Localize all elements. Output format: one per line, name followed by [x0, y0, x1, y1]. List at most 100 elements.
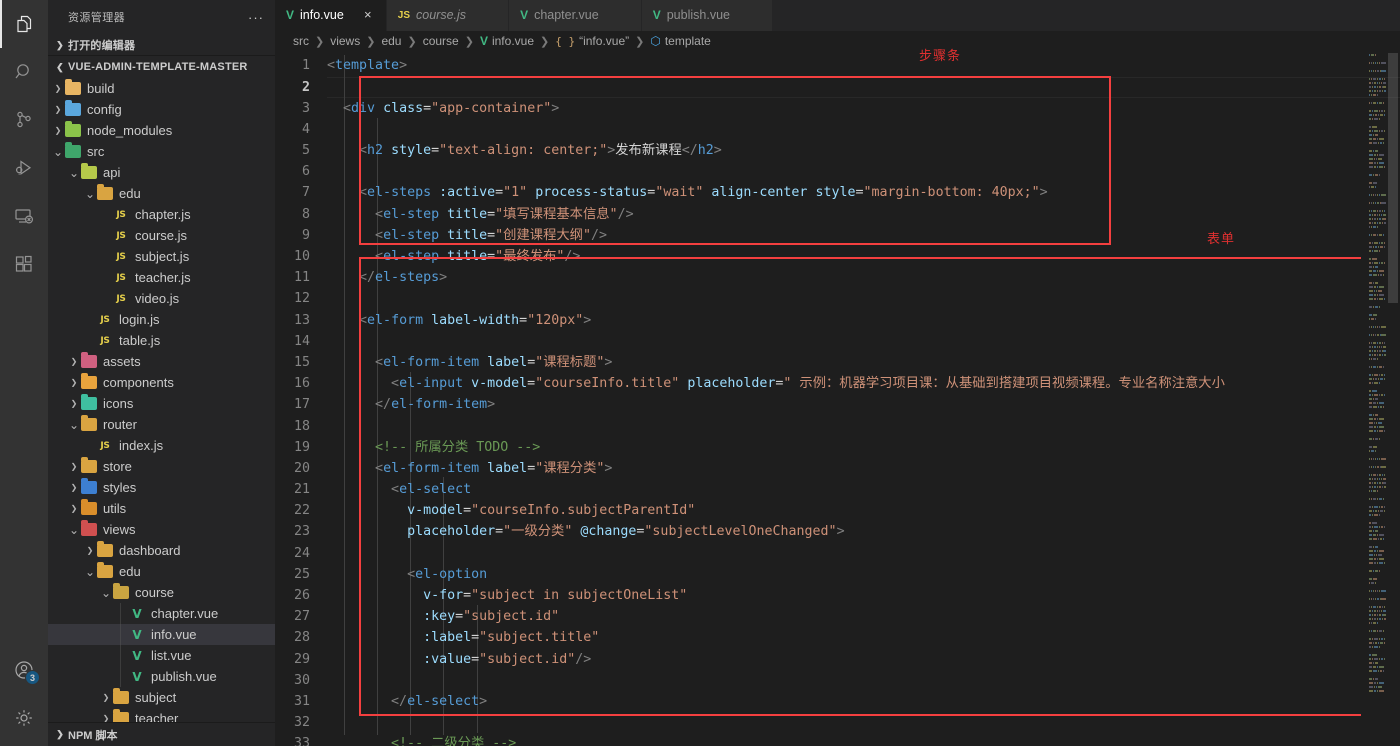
code-line[interactable]: :value="subject.id"/> [327, 649, 1400, 670]
code-line[interactable] [327, 416, 1400, 437]
code-line[interactable]: placeholder="一级分类" @change="subjectLevel… [327, 521, 1400, 542]
tree-item-publish-vue[interactable]: Vpublish.vue [48, 666, 275, 687]
tree-item-components[interactable]: ❯ components [48, 372, 275, 393]
run-and-debug-icon[interactable] [0, 144, 48, 192]
code-line[interactable]: <el-input v-model="courseInfo.title" pla… [327, 373, 1400, 394]
tree-item-dashboard[interactable]: ❯ dashboard [48, 540, 275, 561]
settings-gear-icon[interactable] [0, 694, 48, 742]
extensions-icon[interactable] [0, 240, 48, 288]
tree-item-utils[interactable]: ❯ utils [48, 498, 275, 519]
code-line[interactable]: <div class="app-container"> [327, 98, 1400, 119]
sidebar-item-open-editors[interactable]: ❯ 打开的编辑器 [48, 35, 275, 57]
code-line[interactable]: <template> [327, 55, 1400, 76]
code-line[interactable]: :label="subject.title" [327, 627, 1400, 648]
tree-item-node_modules[interactable]: ❯ node_modules [48, 120, 275, 141]
tree-item-chapter-js[interactable]: JS chapter.js [48, 204, 275, 225]
tree-item-teacher[interactable]: ❯ teacher [48, 708, 275, 723]
minimap-segment [1369, 645, 1371, 648]
code-line[interactable]: :key="subject.id" [327, 606, 1400, 627]
source-control-icon[interactable] [0, 96, 48, 144]
tree-item-build[interactable]: ❯ build [48, 78, 275, 99]
editor-tab-info-vue[interactable]: Vinfo.vue × [275, 0, 387, 31]
tree-item-store[interactable]: ❯ store [48, 456, 275, 477]
code-line[interactable]: <el-steps :active="1" process-status="wa… [327, 182, 1400, 203]
explorer-icon[interactable] [0, 0, 48, 48]
code-line[interactable] [327, 712, 1400, 733]
code-line[interactable]: <el-select [327, 479, 1400, 500]
code-line[interactable]: <el-step title="最终发布"/> [327, 246, 1400, 267]
code-line[interactable]: <el-form label-width="120px"> [327, 310, 1400, 331]
code-line[interactable]: <el-form-item label="课程分类"> [327, 458, 1400, 479]
tree-item-login-js[interactable]: JS login.js [48, 309, 275, 330]
tree-item-views[interactable]: ⌄ views [48, 519, 275, 540]
code-line[interactable] [327, 670, 1400, 691]
code-line[interactable]: <!-- 二级分类 --> [327, 733, 1400, 746]
remote-explorer-icon[interactable] [0, 192, 48, 240]
code-line[interactable]: </el-steps> [327, 267, 1400, 288]
tree-item-course-js[interactable]: JS course.js [48, 225, 275, 246]
tree-item-edu[interactable]: ⌄ edu [48, 183, 275, 204]
code-token: < [375, 227, 384, 243]
tree-item-router[interactable]: ⌄ router [48, 414, 275, 435]
code-line[interactable] [327, 119, 1400, 140]
tree-item-course[interactable]: ⌄ course [48, 582, 275, 603]
close-icon[interactable]: × [360, 7, 376, 23]
code-line[interactable]: </el-select> [327, 691, 1400, 712]
sidebar-item-npm-scripts[interactable]: ❯ NPM 脚本 [48, 722, 275, 746]
code-line[interactable] [327, 161, 1400, 182]
code-line[interactable]: v-for="subject in subjectOneList" [327, 585, 1400, 606]
tree-item-teacher-js[interactable]: JS teacher.js [48, 267, 275, 288]
code-line[interactable] [327, 543, 1400, 564]
code-line[interactable]: <el-step title="创建课程大纲"/> [327, 225, 1400, 246]
tree-item-chapter-vue[interactable]: Vchapter.vue [48, 603, 275, 624]
code-token: /> [590, 227, 607, 243]
code-line[interactable]: <h2 style="text-align: center;">发布新课程</h… [327, 140, 1400, 161]
breadcrumb-item[interactable]: course [423, 34, 459, 48]
scrollbar-thumb[interactable] [1388, 53, 1398, 303]
breadcrumb-item[interactable]: { } “info.vue” [555, 34, 629, 48]
tree-item-subject-js[interactable]: JS subject.js [48, 246, 275, 267]
tree-item-config[interactable]: ❯ config [48, 99, 275, 120]
code-line[interactable]: <el-option [327, 564, 1400, 585]
minimap-segment [1381, 617, 1383, 620]
tree-item-info-vue[interactable]: Vinfo.vue [48, 624, 275, 646]
breadcrumb-item[interactable]: Vinfo.vue [480, 34, 534, 48]
editor-tab-chapter-vue[interactable]: Vchapter.vue [509, 0, 642, 31]
code-line[interactable] [327, 331, 1400, 352]
minimap-segment [1374, 261, 1378, 264]
code-content[interactable]: <template> <div class="app-container"> <… [327, 52, 1400, 746]
code-line[interactable]: </el-form-item> [327, 394, 1400, 415]
minimap-segment [1372, 637, 1373, 640]
accounts-icon[interactable]: 3 [0, 646, 48, 694]
tree-item-list-vue[interactable]: Vlist.vue [48, 645, 275, 666]
tree-item-subject[interactable]: ❯ subject [48, 687, 275, 708]
breadcrumb-item[interactable]: views [330, 34, 360, 48]
tree-item-table-js[interactable]: JS table.js [48, 330, 275, 351]
tree-item-assets[interactable]: ❯ assets [48, 351, 275, 372]
tree-item-video-js[interactable]: JS video.js [48, 288, 275, 309]
code-line[interactable]: <el-step title="填写课程基本信息"/> [327, 204, 1400, 225]
code-line[interactable]: <!-- 所属分类 TODO --> [327, 437, 1400, 458]
code-line[interactable] [327, 288, 1400, 309]
tree-item-styles[interactable]: ❯ styles [48, 477, 275, 498]
code-editor[interactable]: 1 2 3 4 5 6 7 8 9 10 11 12 13 14 15 16 17 18 19 20 21 22 23 24 2… [275, 52, 1400, 746]
breadcrumb-item[interactable]: src [293, 34, 309, 48]
tree-item-edu[interactable]: ⌄ edu [48, 561, 275, 582]
code-line[interactable] [327, 77, 1400, 98]
tree-item-icons[interactable]: ❯ icons [48, 393, 275, 414]
breadcrumb-item[interactable]: ⬡ template [650, 34, 711, 48]
sidebar-item-project-root[interactable]: ❮ VUE-ADMIN-TEMPLATE-MASTER [48, 56, 275, 78]
code-line[interactable]: <el-form-item label="课程标题"> [327, 352, 1400, 373]
tree-item-index-js[interactable]: JS index.js [48, 435, 275, 456]
sidebar-more-actions-icon[interactable]: ··· [245, 6, 267, 28]
tree-item-src[interactable]: ⌄ src [48, 141, 275, 162]
minimap-segment [1373, 273, 1377, 276]
code-line[interactable]: v-model="courseInfo.subjectParentId" [327, 500, 1400, 521]
editor-vertical-scrollbar[interactable] [1386, 53, 1400, 746]
editor-tab-course-js[interactable]: JS course.js [386, 0, 510, 31]
search-icon[interactable] [0, 48, 48, 96]
tree-item-api[interactable]: ⌄ api [48, 162, 275, 183]
breadcrumb-item[interactable]: edu [381, 34, 401, 48]
editor-tab-publish-vue[interactable]: Vpublish.vue [641, 0, 773, 31]
minimap[interactable] [1369, 53, 1386, 746]
